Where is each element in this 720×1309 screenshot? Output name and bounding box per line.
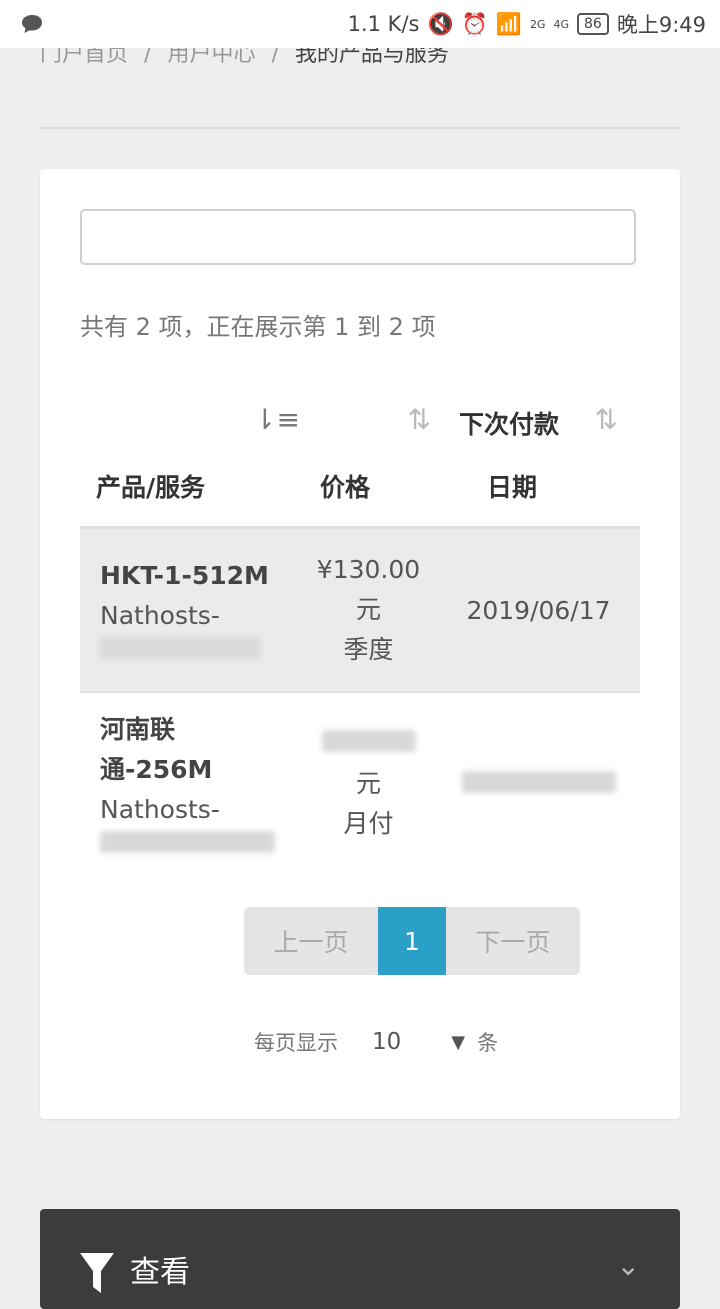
table-row[interactable]: HKT-1-512M Nathosts- ¥130.00 元 季度 2019/0… <box>80 527 640 693</box>
signal-4g: 4G <box>553 17 569 31</box>
product-domain: Nathosts- <box>100 600 220 630</box>
chevron-down-icon[interactable]: ⌄ <box>617 1249 640 1282</box>
billing-cycle: 月付 <box>343 809 394 838</box>
next-page-button[interactable]: 下一页 <box>446 907 580 975</box>
per-page-select[interactable]: 10 <box>372 1029 401 1055</box>
status-bar: 1.1 K/s 🔇 ⏰ 📶 2G 4G 86 晚上9:49 <box>0 0 720 48</box>
prev-page-button[interactable]: 上一页 <box>244 907 378 975</box>
search-input[interactable] <box>80 209 636 265</box>
price-amount: ¥130.00 <box>316 555 421 584</box>
header-price[interactable]: ⇅ 价格 <box>300 389 437 529</box>
clock: 晚上9:49 <box>616 13 706 37</box>
pagination: 上一页 1 下一页 <box>244 907 580 975</box>
products-card: 共有 2 项，正在展示第 1 到 2 项 ⇂≡ 产品/服务 ⇅ 价格 ⇅ 下次付… <box>40 169 680 1119</box>
sort-icon[interactable]: ⇅ <box>408 403 431 436</box>
filter-panel-header[interactable]: 查看 ⌄ <box>40 1209 680 1309</box>
table-summary: 共有 2 项，正在展示第 1 到 2 项 <box>80 313 436 341</box>
network-speed: 1.1 K/s <box>347 12 420 36</box>
signal-2g: 2G <box>529 17 546 31</box>
message-icon <box>22 15 42 33</box>
filter-icon <box>80 1253 114 1293</box>
product-name: 河南联 <box>100 714 176 744</box>
sort-icon[interactable]: ⇅ <box>595 403 618 436</box>
price-cell: ¥130.00 元 季度 <box>300 527 437 693</box>
alarm-icon: ⏰ <box>461 11 488 36</box>
page-1-button[interactable]: 1 <box>378 907 446 975</box>
due-date-cell: 2019/06/17 <box>437 527 640 693</box>
per-page-label: 每页显示 <box>254 1031 338 1055</box>
wifi-icon: 📶 <box>495 11 522 36</box>
product-cell: HKT-1-512M Nathosts- <box>80 527 300 693</box>
product-domain: Nathosts- <box>100 794 220 824</box>
price-currency: 元 <box>355 769 381 798</box>
filter-label: 查看 <box>130 1255 190 1290</box>
divider <box>40 127 680 129</box>
redacted-text <box>100 636 260 659</box>
caret-down-icon[interactable]: ▼ <box>451 1032 465 1053</box>
sort-desc-icon[interactable]: ⇂≡ <box>253 403 300 436</box>
redacted-text <box>100 830 275 853</box>
battery-icon: 86 <box>577 13 609 35</box>
due-date-cell <box>437 692 640 875</box>
header-product[interactable]: ⇂≡ 产品/服务 <box>80 389 300 529</box>
billing-cycle: 季度 <box>343 635 394 664</box>
header-next-due[interactable]: ⇅ 下次付款 日期 <box>437 389 640 529</box>
product-cell: 河南联 通-256M Nathosts- <box>80 692 300 875</box>
price-cell: 元 月付 <box>300 692 437 875</box>
table-row[interactable]: 河南联 通-256M Nathosts- 元 月付 <box>80 692 640 875</box>
per-page-control: 每页显示 10 ▼ 条 <box>254 1027 498 1057</box>
price-currency: 元 <box>355 595 381 624</box>
product-name: 通-256M <box>100 754 213 784</box>
redacted-date <box>461 770 616 793</box>
per-page-unit: 条 <box>477 1031 499 1055</box>
products-table: ⇂≡ 产品/服务 ⇅ 价格 ⇅ 下次付款 日期 HKT-1-512M Natho… <box>80 389 640 875</box>
product-name: HKT-1-512M <box>100 560 269 590</box>
redacted-price <box>321 730 416 752</box>
mute-icon: 🔇 <box>427 11 454 36</box>
